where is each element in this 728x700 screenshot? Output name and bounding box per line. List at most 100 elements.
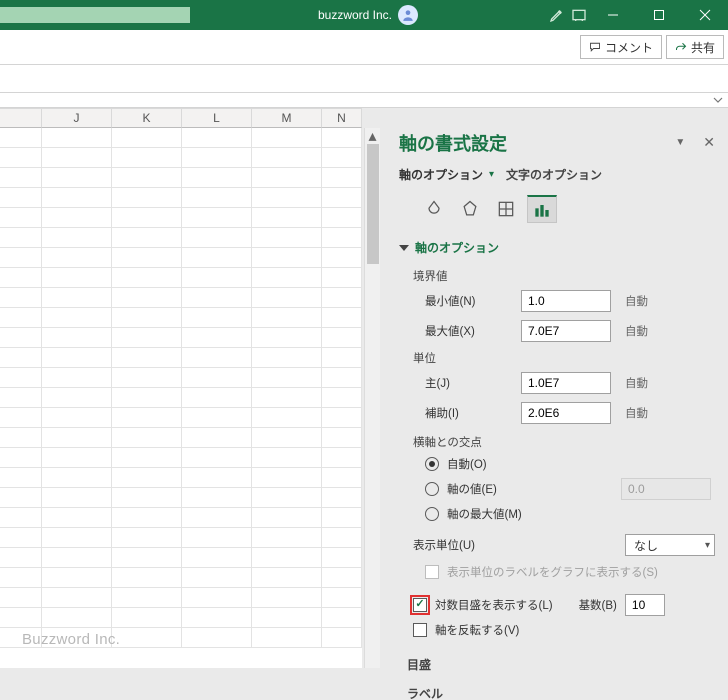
grid-row[interactable] bbox=[0, 128, 362, 148]
show-display-units-label-text: 表示単位のラベルをグラフに表示する(S) bbox=[447, 564, 658, 580]
show-display-units-label-checkbox: 表示単位のラベルをグラフに表示する(S) bbox=[413, 564, 715, 580]
column-header-l[interactable]: L bbox=[182, 109, 252, 128]
radio-icon bbox=[425, 507, 439, 521]
grid-row[interactable] bbox=[0, 208, 362, 228]
section-ticks[interactable]: 目盛 bbox=[385, 648, 725, 677]
section-labels-label: ラベル bbox=[407, 685, 443, 700]
axis-options-icon[interactable] bbox=[527, 195, 557, 223]
share-button[interactable]: 共有 bbox=[666, 35, 724, 59]
minor-auto-label: 自動 bbox=[625, 405, 648, 421]
column-header-j[interactable]: J bbox=[42, 109, 112, 128]
unit-label: 単位 bbox=[413, 350, 715, 366]
display-units-value: なし bbox=[634, 537, 658, 554]
grid-row[interactable] bbox=[0, 428, 362, 448]
grid-row[interactable] bbox=[0, 588, 362, 608]
log-scale-checkbox[interactable] bbox=[413, 598, 427, 612]
formula-bar-expand-icon[interactable] bbox=[710, 93, 726, 107]
cross-auto-radio[interactable]: 自動(O) bbox=[413, 456, 715, 472]
minor-unit-input[interactable] bbox=[521, 402, 611, 424]
grid-row[interactable] bbox=[0, 608, 362, 628]
log-scale-row: 対数目盛を表示する(L) 基数(B) bbox=[413, 594, 715, 616]
min-input[interactable] bbox=[521, 290, 611, 312]
bounds-label: 境界値 bbox=[413, 268, 715, 284]
grid-row[interactable] bbox=[0, 168, 362, 188]
comments-button[interactable]: コメント bbox=[580, 35, 662, 59]
grid-row[interactable] bbox=[0, 488, 362, 508]
minimize-button[interactable] bbox=[590, 0, 636, 30]
pane-options-chevron-icon[interactable]: ▼ bbox=[675, 137, 685, 148]
scroll-up-icon[interactable]: ▴ bbox=[365, 128, 380, 144]
scroll-thumb[interactable] bbox=[367, 144, 379, 264]
grid-row[interactable] bbox=[0, 288, 362, 308]
maximize-button[interactable] bbox=[636, 0, 682, 30]
cross-value-label: 軸の値(E) bbox=[447, 481, 497, 497]
pane-category-icons bbox=[385, 183, 725, 231]
account-avatar-icon[interactable] bbox=[398, 5, 418, 25]
fill-line-icon[interactable] bbox=[419, 195, 449, 223]
reverse-axis-checkbox[interactable] bbox=[413, 623, 427, 637]
collapse-triangle-icon bbox=[399, 245, 409, 251]
column-header[interactable] bbox=[0, 109, 42, 128]
size-properties-icon[interactable] bbox=[491, 195, 521, 223]
min-auto-label: 自動 bbox=[625, 293, 648, 309]
section-labels[interactable]: ラベル bbox=[385, 677, 725, 700]
grid-row[interactable] bbox=[0, 508, 362, 528]
grid-body[interactable]: // rows will be injected below via plain… bbox=[0, 128, 362, 668]
grid-row[interactable] bbox=[0, 408, 362, 428]
grid-row[interactable] bbox=[0, 228, 362, 248]
section-ticks-label: 目盛 bbox=[407, 656, 431, 673]
column-header-n[interactable]: N bbox=[322, 109, 362, 128]
cross-value-radio[interactable]: 軸の値(E) 0.0 bbox=[413, 478, 715, 500]
grid-row[interactable] bbox=[0, 268, 362, 288]
column-header-m[interactable]: M bbox=[252, 109, 322, 128]
pane-close-icon[interactable]: ✕ bbox=[703, 134, 715, 151]
grid-row[interactable] bbox=[0, 368, 362, 388]
tab-axis-options[interactable]: 軸のオプション bbox=[399, 166, 483, 183]
radio-icon bbox=[425, 482, 439, 496]
column-header-k[interactable]: K bbox=[112, 109, 182, 128]
app-title: buzzword Inc. bbox=[318, 8, 392, 22]
major-unit-input[interactable] bbox=[521, 372, 611, 394]
effects-icon[interactable] bbox=[455, 195, 485, 223]
checkbox-icon bbox=[425, 565, 439, 579]
ribbon-blank-area bbox=[0, 65, 728, 93]
spreadsheet-grid[interactable]: J K L M N // rows will be injected below… bbox=[0, 108, 362, 668]
grid-row[interactable] bbox=[0, 448, 362, 468]
grid-row[interactable] bbox=[0, 328, 362, 348]
grid-row[interactable] bbox=[0, 308, 362, 328]
section-axis-options[interactable]: 軸のオプション bbox=[385, 231, 725, 260]
grid-row[interactable] bbox=[0, 348, 362, 368]
close-button[interactable] bbox=[682, 0, 728, 30]
max-input[interactable] bbox=[521, 320, 611, 342]
titlebar: buzzword Inc. bbox=[0, 0, 728, 30]
title-center: buzzword Inc. bbox=[190, 5, 546, 25]
major-auto-label: 自動 bbox=[625, 375, 648, 391]
grid-row[interactable] bbox=[0, 388, 362, 408]
ribbon-actions: コメント 共有 bbox=[0, 30, 728, 65]
grid-row[interactable] bbox=[0, 188, 362, 208]
window-controls bbox=[590, 0, 728, 30]
display-units-select[interactable]: なし ▾ bbox=[625, 534, 715, 556]
base-input[interactable] bbox=[625, 594, 665, 616]
comments-label: コメント bbox=[605, 39, 653, 56]
base-label: 基数(B) bbox=[579, 597, 617, 613]
cross-max-label: 軸の最大値(M) bbox=[447, 506, 522, 522]
grid-row[interactable] bbox=[0, 528, 362, 548]
tab-text-options[interactable]: 文字のオプション bbox=[506, 166, 602, 183]
chevron-down-icon[interactable]: ▾ bbox=[489, 169, 494, 180]
grid-row[interactable] bbox=[0, 468, 362, 488]
grid-row[interactable] bbox=[0, 248, 362, 268]
display-units-label: 表示単位(U) bbox=[413, 537, 553, 553]
max-label: 最大値(X) bbox=[413, 323, 513, 339]
grid-row[interactable] bbox=[0, 568, 362, 588]
ribbon-display-options-icon[interactable] bbox=[568, 7, 590, 23]
radio-icon bbox=[425, 457, 439, 471]
cross-max-radio[interactable]: 軸の最大値(M) bbox=[413, 506, 715, 522]
formula-bar bbox=[0, 93, 728, 108]
grid-row[interactable] bbox=[0, 548, 362, 568]
reverse-axis-label: 軸を反転する(V) bbox=[435, 622, 519, 638]
min-label: 最小値(N) bbox=[413, 293, 513, 309]
grid-row[interactable] bbox=[0, 148, 362, 168]
vertical-scrollbar[interactable]: ▴ bbox=[364, 128, 380, 668]
ink-mode-icon[interactable] bbox=[546, 7, 568, 23]
